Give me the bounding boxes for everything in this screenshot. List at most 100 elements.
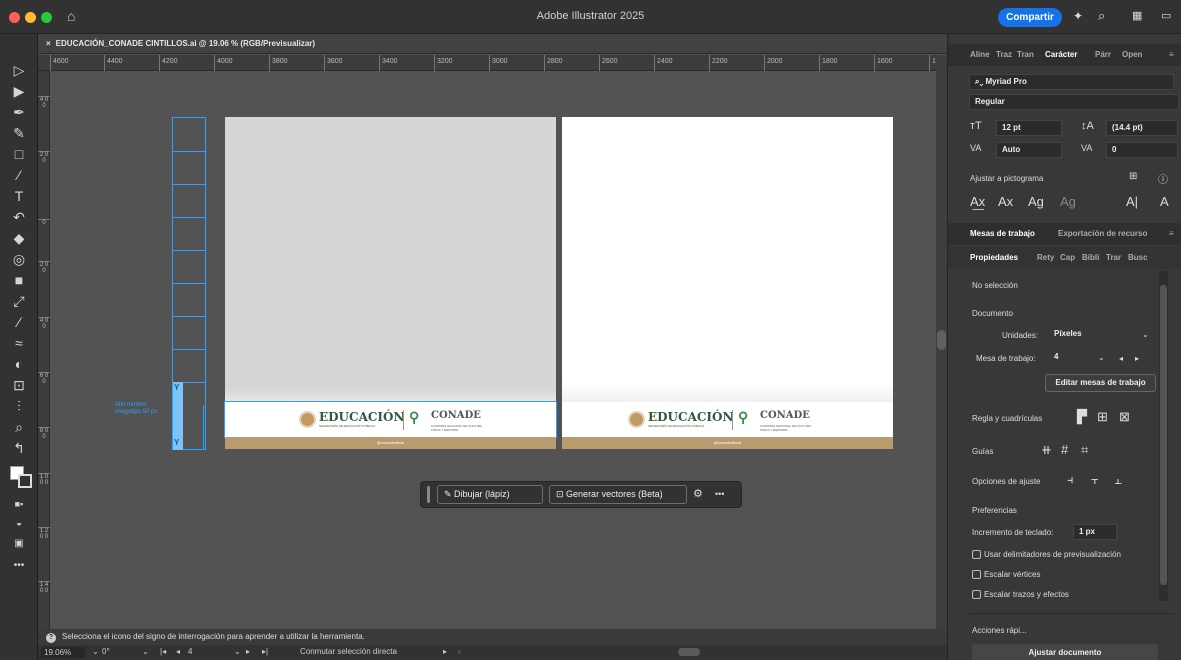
zoom-tool-icon[interactable]: ⌕: [9, 417, 29, 437]
units-dropdown[interactable]: Píxeles: [1049, 327, 1150, 343]
tab-transform[interactable]: Tran: [1017, 50, 1034, 59]
scale-strokes-checkbox[interactable]: Escalar trazos y efectos: [972, 590, 1069, 600]
curvature-tool-icon[interactable]: ✎: [9, 123, 29, 143]
snap-proximity-icon[interactable]: Ag: [1060, 194, 1076, 209]
transparency-grid-icon[interactable]: ⊠: [1119, 409, 1130, 425]
brush-tool-icon[interactable]: ⁄: [9, 165, 29, 185]
fit-document-button[interactable]: Ajustar documento: [972, 644, 1158, 660]
panel-layout-icon[interactable]: ▭: [1161, 9, 1171, 22]
rotate-tool-icon[interactable]: ↶: [9, 207, 29, 227]
color-mode-icon[interactable]: ■▪: [9, 494, 29, 514]
tab-paragraph[interactable]: Párr: [1095, 50, 1111, 59]
blend-tool-icon[interactable]: ⤢: [9, 291, 29, 311]
tab-libraries[interactable]: Bibli: [1082, 253, 1099, 262]
ruler-icon[interactable]: ▛: [1077, 409, 1087, 425]
units-dropdown-icon[interactable]: ⌄: [1142, 330, 1149, 339]
canvas[interactable]: Y Y Alto mínimo imagotipo 50 px EDUCACIÓ…: [51, 71, 936, 629]
tab-retype[interactable]: Rety: [1037, 253, 1054, 262]
search-icon[interactable]: ⌕: [1098, 8, 1105, 24]
type-tool-icon[interactable]: T: [9, 186, 29, 206]
panel-menu-icon[interactable]: ≡: [1169, 229, 1174, 238]
discover-icon[interactable]: ✦: [1073, 9, 1083, 23]
zoom-field[interactable]: 19.06%: [41, 647, 85, 658]
stroke-swatch[interactable]: [18, 474, 32, 488]
font-family-field[interactable]: ⌕⌄ Myriad Pro: [969, 74, 1174, 90]
rotation-dropdown-icon[interactable]: ⌄: [142, 647, 149, 656]
status-menu-icon[interactable]: ▸: [443, 647, 447, 656]
direct-selection-tool-icon[interactable]: ▶: [9, 81, 29, 101]
generate-vectors-button[interactable]: ⊡ Generar vectores (Beta): [549, 485, 687, 504]
tab-character[interactable]: Carácter: [1045, 50, 1077, 59]
scale-corners-checkbox[interactable]: Escalar vértices: [972, 570, 1040, 580]
help-icon[interactable]: ?: [46, 633, 56, 643]
smart-guides-icon[interactable]: ⌗: [1081, 442, 1088, 458]
artboard-1[interactable]: EDUCACIÓN SECRETARÍA DE EDUCACIÓN PÚBLIC…: [224, 117, 557, 449]
edit-artboards-button[interactable]: Editar mesas de trabajo: [1045, 374, 1156, 392]
tab-stroke[interactable]: Traz: [996, 50, 1012, 59]
artboard-dropdown-icon[interactable]: ⌄: [234, 647, 241, 656]
previous-artboard-icon[interactable]: ◂: [176, 647, 180, 656]
draw-mode-icon[interactable]: ◒: [9, 514, 29, 534]
artboard-dropdown-icon[interactable]: ⌄: [1098, 353, 1105, 362]
glyph-icon[interactable]: ⊞: [1129, 171, 1137, 182]
first-artboard-icon[interactable]: |◂: [160, 647, 166, 656]
drag-handle[interactable]: [427, 486, 430, 503]
artboard-2[interactable]: EDUCACIÓN SECRETARÍA DE EDUCACIÓN PÚBLIC…: [562, 117, 893, 449]
font-size-field[interactable]: 12 pt: [996, 120, 1062, 136]
artboard-number-field[interactable]: 4: [188, 647, 192, 656]
rectangle-tool-icon[interactable]: □: [9, 144, 29, 164]
height-guide-grid[interactable]: Y Y: [172, 117, 206, 450]
zoom-dropdown-icon[interactable]: ⌄: [92, 647, 99, 656]
previous-artboard-icon[interactable]: ◂: [1119, 354, 1123, 363]
preview-bounds-checkbox[interactable]: Usar delimitadores de previsualización: [972, 550, 1121, 560]
image-settings-icon[interactable]: ⚙: [693, 487, 703, 500]
next-artboard-icon[interactable]: ▸: [246, 647, 250, 656]
close-tab-icon[interactable]: ×: [46, 39, 51, 48]
tab-layers[interactable]: Cap: [1060, 253, 1075, 262]
scroll-thumb[interactable]: [937, 330, 946, 350]
show-guides-icon[interactable]: ⧺: [1041, 442, 1052, 458]
horizontal-ruler[interactable]: 4600 4400 4200 4000 3800 3600 3400 3200 …: [38, 55, 947, 71]
artboard-tool-icon[interactable]: ⊡: [9, 375, 29, 395]
tab-properties[interactable]: Propiedades: [970, 253, 1018, 262]
screen-mode-icon[interactable]: ▣: [9, 534, 29, 554]
vertical-ruler[interactable]: 4 0 0 2 0 0 0 2 0 0 4 0 0 6 0 0 8 0 0 1 …: [38, 71, 50, 629]
canvas-vertical-scrollbar[interactable]: [936, 55, 947, 647]
snap-baseline-icon[interactable]: A͟x: [970, 194, 985, 209]
live-paint-tool-icon[interactable]: ◐: [9, 354, 29, 374]
gradient-tool-icon[interactable]: ■: [9, 270, 29, 290]
selection-tool-icon[interactable]: ▷: [9, 60, 29, 80]
leading-field[interactable]: (14.4 pt): [1106, 120, 1178, 136]
font-style-field[interactable]: Regular: [969, 94, 1179, 110]
share-button[interactable]: Compartir: [998, 8, 1062, 27]
properties-scrollbar[interactable]: [1159, 271, 1168, 601]
snap-pixel-icon[interactable]: ⫠: [1114, 472, 1122, 488]
kerning-field[interactable]: Auto: [996, 142, 1062, 158]
grid-icon[interactable]: ⊞: [1097, 409, 1108, 425]
tab-find[interactable]: Busc: [1128, 253, 1148, 262]
snap-glyph-bounds-icon[interactable]: Ag: [1028, 194, 1044, 209]
keyboard-increment-field[interactable]: 1 px: [1073, 524, 1117, 540]
workspace-icon[interactable]: ▦: [1132, 9, 1142, 22]
eyedropper-tool-icon[interactable]: ⁄: [9, 312, 29, 332]
rotation-field[interactable]: 0°: [102, 647, 110, 656]
next-artboard-icon[interactable]: ▸: [1135, 354, 1139, 363]
scroll-thumb[interactable]: [1160, 285, 1167, 585]
last-artboard-icon[interactable]: ▸|: [262, 647, 268, 656]
panel-menu-icon[interactable]: ≡: [1169, 50, 1174, 59]
snap-point-icon[interactable]: ⫞: [1067, 472, 1074, 488]
eraser-tool-icon[interactable]: ◆: [9, 228, 29, 248]
document-tab[interactable]: × EDUCACIÓN_CONADE CINTILLOS.ai @ 19.06 %…: [38, 34, 947, 54]
snap-grid-icon[interactable]: ⫟: [1091, 472, 1099, 488]
tab-transparency[interactable]: Trar: [1106, 253, 1121, 262]
tracking-field[interactable]: 0: [1106, 142, 1178, 158]
horizontal-scroll-thumb[interactable]: [678, 648, 700, 656]
scroll-left-icon[interactable]: ‹: [458, 647, 461, 656]
tab-asset-export[interactable]: Exportación de recurso: [1058, 229, 1147, 238]
info-icon[interactable]: ⓘ: [1158, 171, 1168, 186]
shape-builder-tool-icon[interactable]: ◎: [9, 249, 29, 269]
edit-toolbar-icon[interactable]: •••: [9, 556, 29, 576]
lock-guides-icon[interactable]: #: [1061, 442, 1068, 457]
snap-xheight-icon[interactable]: Ax: [998, 194, 1013, 209]
more-options-button[interactable]: •••: [715, 489, 724, 499]
